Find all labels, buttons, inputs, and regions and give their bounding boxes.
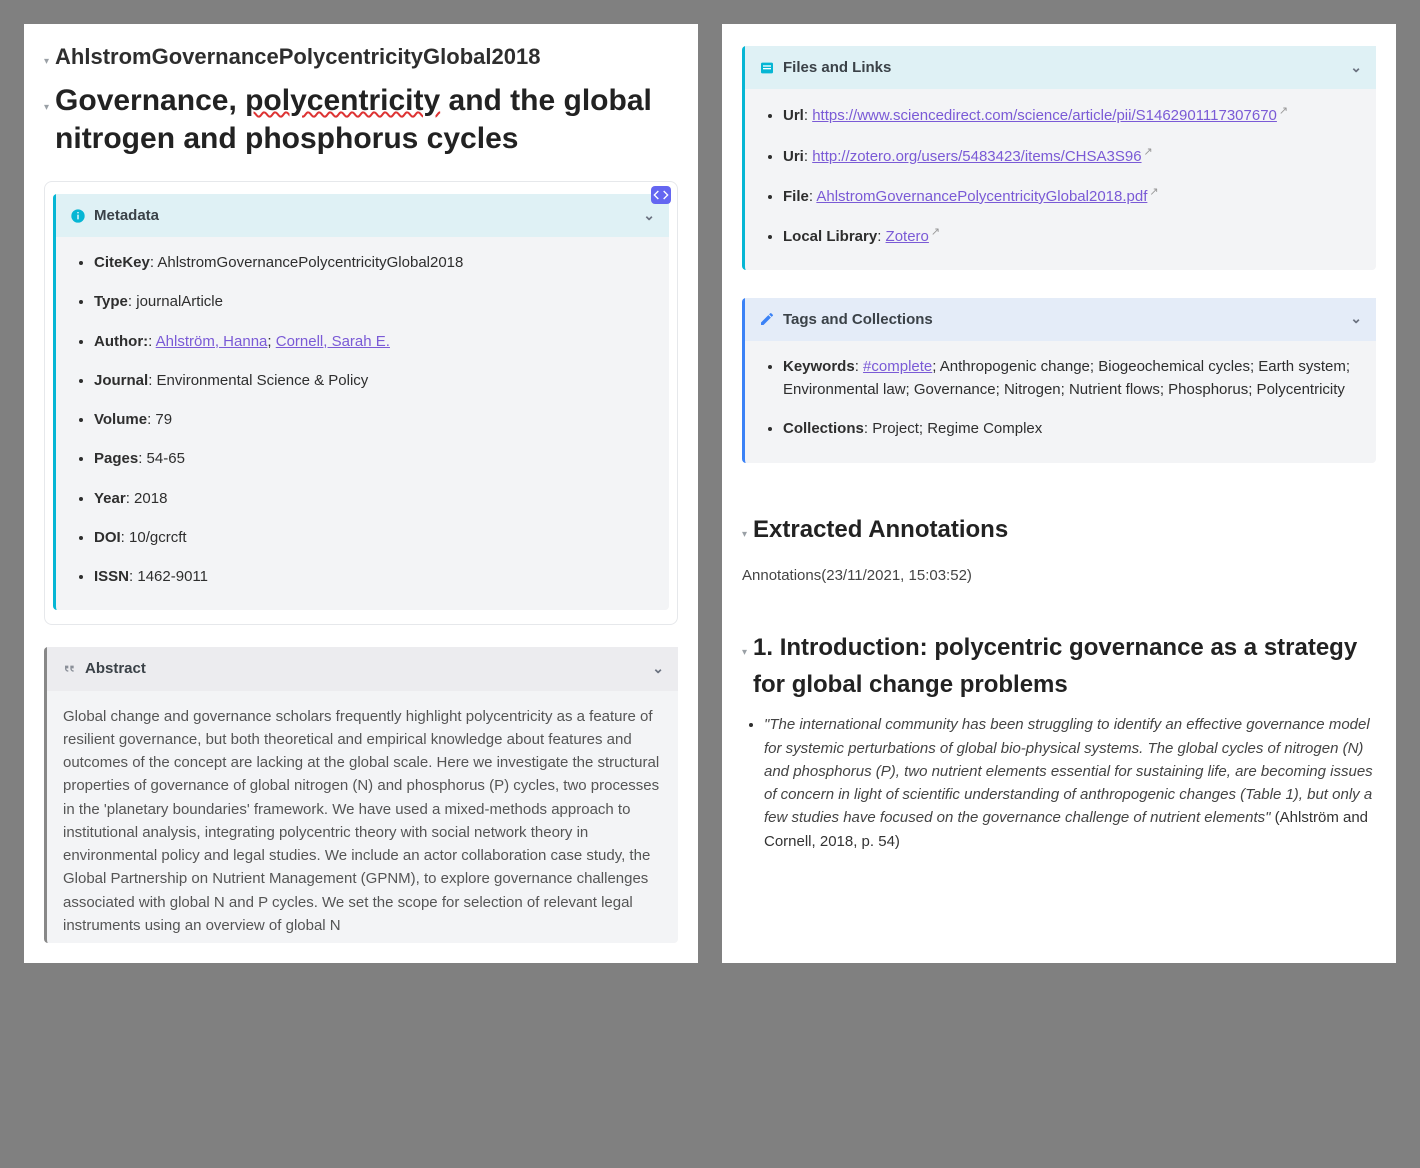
- meta-year: Year: 2018: [94, 487, 653, 510]
- external-icon: ↗: [931, 226, 940, 238]
- keyword-tag-link[interactable]: #complete: [863, 358, 932, 375]
- annotations-meta: Annotations(23/11/2021, 15:03:52): [742, 564, 1376, 587]
- code-block-icon[interactable]: [651, 186, 671, 204]
- meta-type: Type: journalArticle: [94, 290, 653, 313]
- metadata-title: Metadata: [94, 204, 159, 227]
- external-icon: ↗: [1144, 146, 1153, 158]
- tags-body: Keywords: #complete; Anthropogenic chang…: [745, 341, 1376, 463]
- files-header[interactable]: Files and Links ⌄: [745, 46, 1376, 89]
- annotation-list: "The international community has been st…: [742, 713, 1376, 853]
- file-uri: Uri: http://zotero.org/users/5483423/ite…: [783, 144, 1360, 168]
- fold-arrow-icon[interactable]: ▾: [742, 527, 747, 543]
- file-local: Local Library: Zotero↗: [783, 224, 1360, 248]
- abstract-body: Global change and governance scholars fr…: [47, 691, 678, 944]
- page-title: Governance, polycentricity and the globa…: [55, 82, 678, 159]
- keywords-row: Keywords: #complete; Anthropogenic chang…: [783, 355, 1360, 402]
- file-url: Url: https://www.sciencedirect.com/scien…: [783, 103, 1360, 127]
- fold-arrow-icon[interactable]: ▾: [742, 645, 747, 661]
- meta-doi: DOI: 10/gcrcft: [94, 526, 653, 549]
- info-icon: [70, 208, 86, 224]
- title-wavy-word: polycentricity: [245, 84, 440, 117]
- author-link[interactable]: Cornell, Sarah E.: [276, 333, 390, 350]
- abstract-title: Abstract: [85, 657, 146, 680]
- uri-link[interactable]: http://zotero.org/users/5483423/items/CH…: [812, 148, 1141, 165]
- meta-citekey: CiteKey: AhlstromGovernancePolycentricit…: [94, 251, 653, 274]
- list-icon: [759, 60, 775, 76]
- meta-issn: ISSN: 1462-9011: [94, 565, 653, 588]
- meta-volume: Volume: 79: [94, 408, 653, 431]
- chevron-down-icon[interactable]: ⌄: [643, 205, 655, 227]
- meta-pages: Pages: 54-65: [94, 447, 653, 470]
- file-file: File: AhlstromGovernancePolycentricityGl…: [783, 184, 1360, 208]
- citekey-heading: AhlstromGovernancePolycentricityGlobal20…: [55, 40, 540, 74]
- chevron-down-icon[interactable]: ⌄: [652, 658, 664, 680]
- tags-title: Tags and Collections: [783, 308, 933, 331]
- local-link[interactable]: Zotero: [886, 228, 929, 245]
- abstract-header[interactable]: Abstract ⌄: [47, 647, 678, 690]
- extracted-heading: Extracted Annotations: [753, 511, 1008, 548]
- file-link[interactable]: AhlstromGovernancePolycentricityGlobal20…: [816, 188, 1147, 205]
- left-pane: ▾ AhlstromGovernancePolycentricityGlobal…: [24, 24, 698, 963]
- metadata-card: Metadata ⌄ CiteKey: AhlstromGovernancePo…: [44, 181, 678, 626]
- fold-arrow-icon[interactable]: ▾: [44, 54, 49, 70]
- metadata-header[interactable]: Metadata ⌄: [56, 194, 669, 237]
- metadata-panel: Metadata ⌄ CiteKey: AhlstromGovernancePo…: [53, 194, 669, 611]
- intro-heading: 1. Introduction: polycentric governance …: [753, 629, 1376, 703]
- files-title: Files and Links: [783, 56, 891, 79]
- chevron-down-icon[interactable]: ⌄: [1350, 308, 1362, 330]
- files-panel: Files and Links ⌄ Url: https://www.scien…: [742, 46, 1376, 270]
- meta-author: Author:: Ahlström, Hanna; Cornell, Sarah…: [94, 330, 653, 353]
- author-link[interactable]: Ahlström, Hanna: [156, 333, 268, 350]
- url-link[interactable]: https://www.sciencedirect.com/science/ar…: [812, 107, 1277, 124]
- tags-panel: Tags and Collections ⌄ Keywords: #comple…: [742, 298, 1376, 463]
- chevron-down-icon[interactable]: ⌄: [1350, 57, 1362, 79]
- quote-icon: [61, 661, 77, 677]
- external-icon: ↗: [1279, 105, 1288, 117]
- right-pane: Files and Links ⌄ Url: https://www.scien…: [722, 24, 1396, 963]
- abstract-panel: Abstract ⌄ Global change and governance …: [44, 647, 678, 943]
- external-icon: ↗: [1149, 186, 1158, 198]
- files-body: Url: https://www.sciencedirect.com/scien…: [745, 89, 1376, 270]
- tags-header[interactable]: Tags and Collections ⌄: [745, 298, 1376, 341]
- annotation-item: "The international community has been st…: [764, 713, 1376, 853]
- metadata-body: CiteKey: AhlstromGovernancePolycentricit…: [56, 237, 669, 610]
- pencil-icon: [759, 311, 775, 327]
- title-segment: Governance,: [55, 84, 245, 117]
- meta-journal: Journal: Environmental Science & Policy: [94, 369, 653, 392]
- collections-row: Collections: Project; Regime Complex: [783, 417, 1360, 440]
- fold-arrow-icon[interactable]: ▾: [44, 100, 49, 116]
